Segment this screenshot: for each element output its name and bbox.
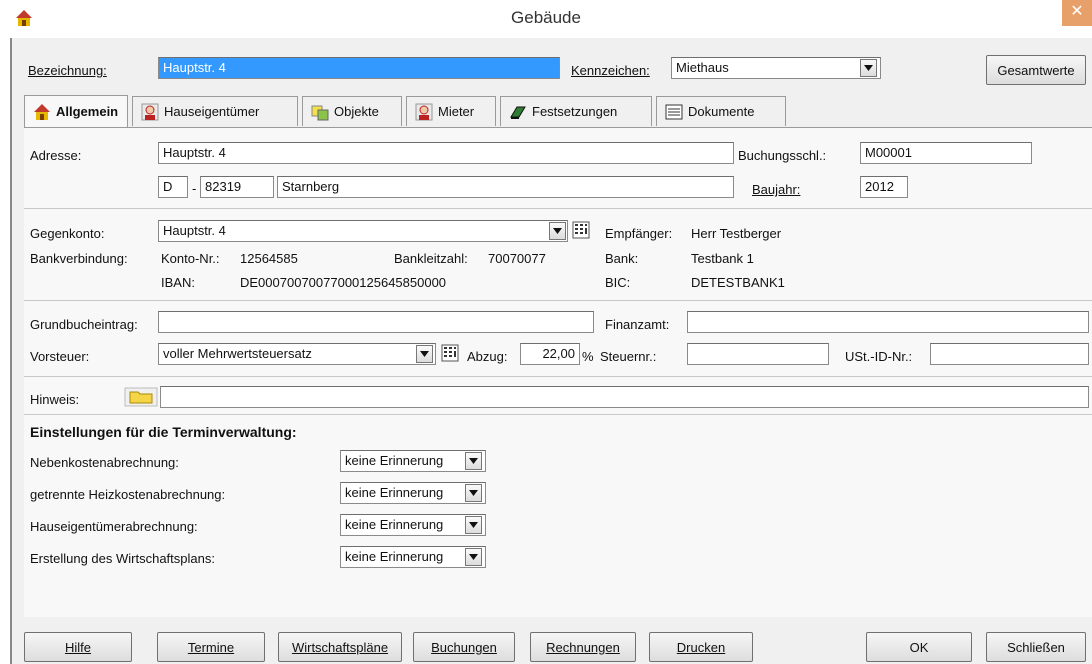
ok-button[interactable]: OK <box>866 632 972 662</box>
divider <box>24 300 1092 301</box>
person-icon <box>141 103 159 120</box>
percent-unit: % <box>582 349 594 364</box>
chevron-down-icon[interactable] <box>465 452 482 470</box>
tab-objekte[interactable]: Objekte <box>302 96 402 126</box>
buchungen-button[interactable]: Buchungen <box>413 632 515 662</box>
termin-row-label: Nebenkostenabrechnung: <box>30 455 179 470</box>
chevron-down-icon[interactable] <box>465 516 482 534</box>
ustid-label: USt.-ID-Nr.: <box>845 349 913 364</box>
steuernr-label: Steuernr.: <box>600 349 657 364</box>
abzug-input[interactable]: 22,00 <box>520 343 580 365</box>
divider <box>24 376 1092 377</box>
buchungsschl-input[interactable]: M00001 <box>860 142 1032 164</box>
tab-hauseigentuemer[interactable]: Hauseigentümer <box>132 96 298 126</box>
empfaenger-label: Empfänger: <box>605 226 673 241</box>
grundbuch-input[interactable] <box>158 311 594 333</box>
steuernr-input[interactable] <box>687 343 829 365</box>
bezeichnung-label: Bezeichnung: <box>28 63 107 78</box>
tab-panel-allgemein <box>24 127 1092 617</box>
tab-label: Allgemein <box>56 104 119 119</box>
bic-label: BIC: <box>605 275 631 290</box>
termin-row-label: Erstellung des Wirtschaftsplans: <box>30 551 215 566</box>
termin-row-label: Hauseigentümerabrechnung: <box>30 519 198 534</box>
zip-input[interactable]: 82319 <box>200 176 274 198</box>
bank-value: Testbank 1 <box>691 251 754 266</box>
tab-festsetzungen[interactable]: Festsetzungen <box>500 96 652 126</box>
tab-label: Mieter <box>438 104 475 119</box>
window-title: Gebäude <box>511 8 581 27</box>
person-icon <box>415 103 433 120</box>
tab-label: Objekte <box>334 104 379 119</box>
tab-allgemein[interactable]: Allgemein <box>24 95 128 127</box>
hilfe-button[interactable]: Hilfe <box>24 632 132 662</box>
tab-label: Dokumente <box>688 104 755 119</box>
zip-dash: - <box>192 181 197 196</box>
divider <box>24 414 1092 415</box>
bank-label: Bank: <box>605 251 639 266</box>
schliessen-button[interactable]: Schließen <box>986 632 1086 662</box>
chevron-down-icon[interactable] <box>465 548 482 566</box>
grundbuch-label: Grundbucheintrag: <box>30 317 138 332</box>
chevron-down-icon[interactable] <box>416 345 433 363</box>
finanzamt-input[interactable] <box>687 311 1089 333</box>
close-icon[interactable]: ✕ <box>1062 0 1092 26</box>
gegenkonto-select[interactable]: Hauptstr. 4 <box>158 220 568 242</box>
ustid-input[interactable] <box>930 343 1089 365</box>
iban-value: DE00070070077000125645850000 <box>240 275 447 290</box>
buchungsschl-label: Buchungsschl.: <box>738 148 827 163</box>
iban-label: IBAN: <box>161 275 195 290</box>
blz-label: Bankleitzahl: <box>394 251 468 266</box>
empfaenger-value: Herr Testberger <box>691 226 782 241</box>
bic-value: DETESTBANK1 <box>691 275 785 290</box>
hinweis-input[interactable] <box>160 386 1089 408</box>
wirtschaftsplaene-button[interactable]: Wirtschaftspläne <box>278 632 402 662</box>
bezeichnung-input[interactable]: Hauptstr. 4 <box>158 57 560 79</box>
vorsteuer-label: Vorsteuer: <box>30 349 90 364</box>
city-input[interactable]: Starnberg <box>277 176 734 198</box>
kontonr-label: Konto-Nr.: <box>161 251 220 266</box>
calculator-icon[interactable] <box>571 220 591 243</box>
calculator-icon[interactable] <box>440 343 460 366</box>
termin-heading: Einstellungen für die Terminverwaltung: <box>30 424 297 440</box>
finanzamt-label: Finanzamt: <box>605 317 670 332</box>
rechnungen-button[interactable]: Rechnungen <box>530 632 636 662</box>
bankverbindung-label: Bankverbindung: <box>30 251 128 266</box>
title-bar: Gebäude ✕ <box>0 0 1092 38</box>
house-icon <box>34 103 50 120</box>
kontonr-value: 12564585 <box>240 251 298 266</box>
folder-icon[interactable] <box>124 387 158 410</box>
blz-value: 70070077 <box>488 251 546 266</box>
chevron-down-icon[interactable] <box>549 222 566 240</box>
country-input[interactable]: D <box>158 176 188 198</box>
kennzeichen-select[interactable]: Miethaus <box>671 57 881 79</box>
tab-dokumente[interactable]: Dokumente <box>656 96 786 126</box>
objects-icon <box>311 105 329 120</box>
tab-label: Hauseigentümer <box>164 104 260 119</box>
vorsteuer-select[interactable]: voller Mehrwertsteuersatz <box>158 343 436 365</box>
chevron-down-icon[interactable] <box>860 59 877 77</box>
kennzeichen-label: Kennzeichen: <box>571 63 650 78</box>
baujahr-label: Baujahr: <box>752 182 801 197</box>
document-icon <box>665 104 683 119</box>
adresse-label: Adresse: <box>30 148 82 163</box>
street-input[interactable]: Hauptstr. 4 <box>158 142 734 164</box>
gesamtwerte-button[interactable]: Gesamtwerte <box>986 55 1086 85</box>
abzug-label: Abzug: <box>467 349 508 364</box>
gegenkonto-label: Gegenkonto: <box>30 226 105 241</box>
hinweis-label: Hinweis: <box>30 392 80 407</box>
chevron-down-icon[interactable] <box>465 484 482 502</box>
divider <box>24 208 1092 209</box>
termine-button[interactable]: Termine <box>157 632 265 662</box>
baujahr-input[interactable]: 2012 <box>860 176 908 198</box>
tab-mieter[interactable]: Mieter <box>406 96 496 126</box>
book-icon <box>510 106 526 119</box>
drucken-button[interactable]: Drucken <box>649 632 753 662</box>
termin-row-label: getrennte Heizkostenabrechnung: <box>30 487 226 502</box>
tab-label: Festsetzungen <box>532 104 618 119</box>
